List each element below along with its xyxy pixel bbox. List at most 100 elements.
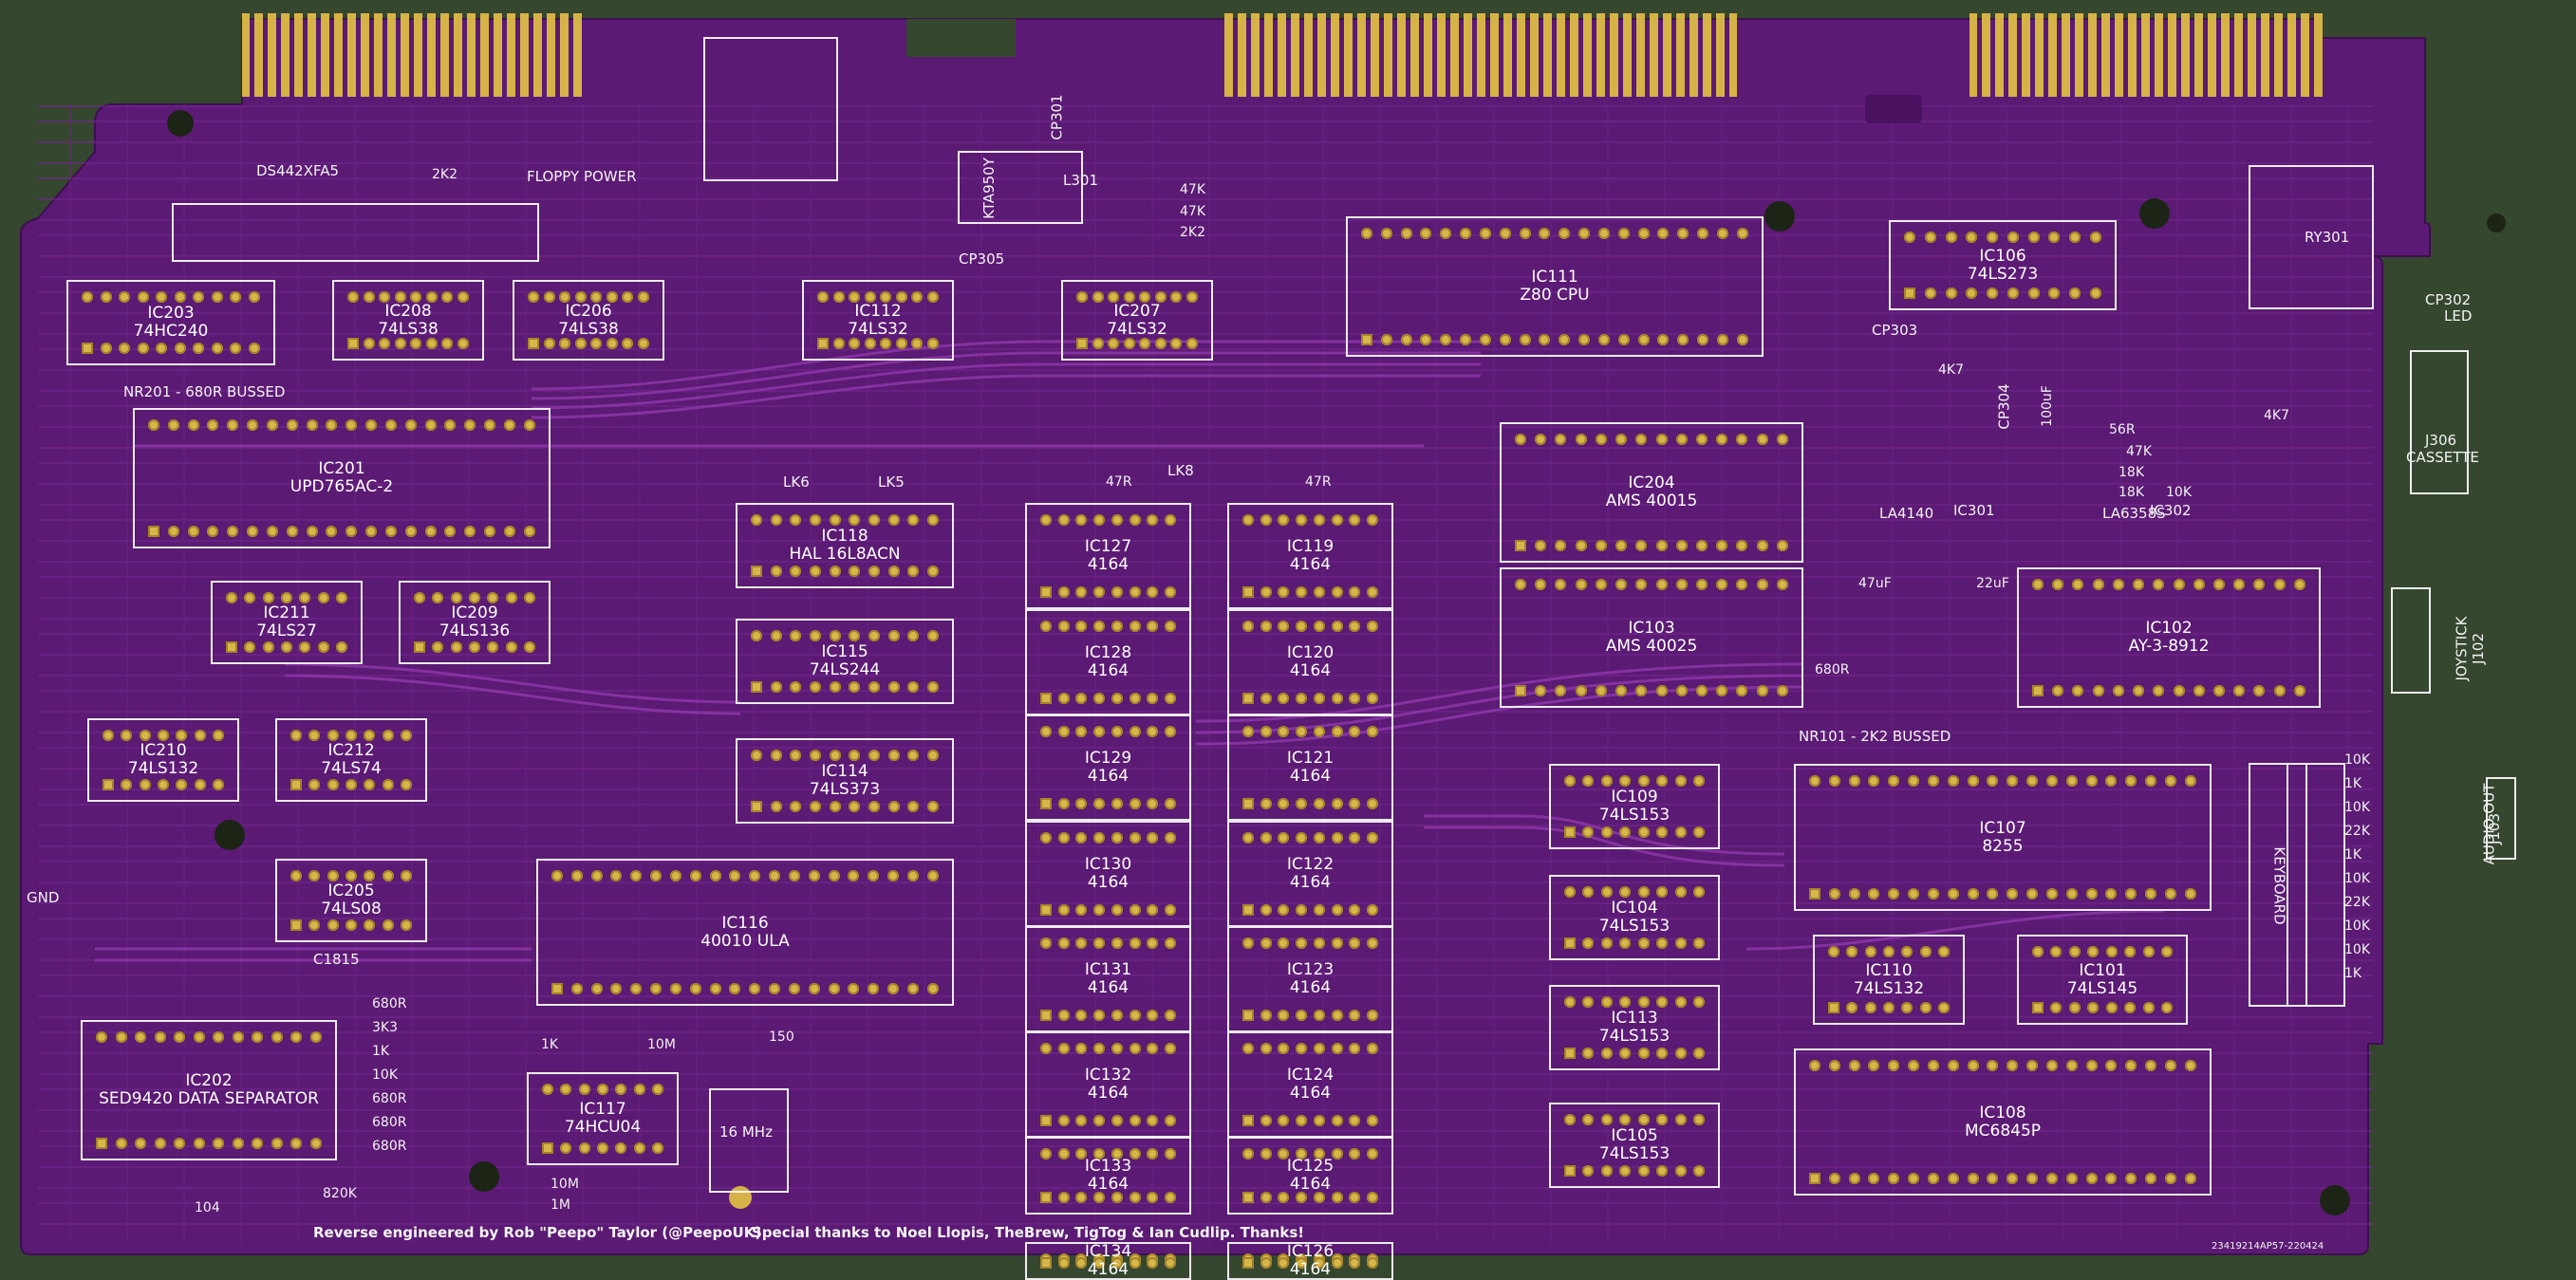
pin-pad [729,983,741,994]
chip-part: SED9420 DATA SEPARATOR [99,1089,319,1108]
resistor-10m-a: 10M [647,1037,676,1052]
pin-pad [2068,946,2081,957]
pin-pad [590,983,603,994]
pin-pad [432,641,444,653]
credit-right: Special thanks to Noel Llopis, TheBrew, … [752,1224,1305,1241]
pin-pad [364,730,376,741]
pin-pad [1296,798,1308,809]
pin-pad [1129,904,1141,916]
pin-pad [2142,946,2155,957]
chip-ic102: IC102 AY-3-8912 [2017,567,2321,708]
pin-pad [1331,726,1343,737]
pin-pad [1582,1048,1595,1059]
pin-pad [1582,996,1595,1008]
pin-pad [139,730,151,741]
pin-pad [1619,996,1632,1008]
pin-pad [849,630,861,641]
pin-pad [432,592,444,603]
pin-row [82,291,260,303]
pin-pad [809,514,821,526]
pin-pad [1657,334,1670,345]
pin-pad [326,526,338,537]
pin-pad [543,291,555,303]
pin-pad [1535,579,1547,590]
pin-pad [1147,904,1159,916]
pin-pad [404,526,417,537]
chip-ic104: IC104 74LS153 [1549,875,1720,960]
pin-pad [226,592,237,603]
pin-pad [174,1138,186,1149]
pin-pad [1057,621,1070,632]
pin-pad [542,1142,553,1154]
pin-pad [1111,937,1123,949]
pin-pad [1040,1115,1052,1126]
pin-pad [1575,434,1587,445]
pin-pad [1331,937,1343,949]
resistor-4k7-b: 4K7 [2264,408,2289,423]
pin-pad [887,514,900,526]
chip-part: 8255 [1982,836,2024,856]
chip-ic111: IC111 Z80 CPU [1346,216,1764,357]
pin-row [1361,228,1748,239]
pin-pad [1535,685,1547,696]
pin-pad [1366,937,1378,949]
pin-pad [1331,693,1343,704]
pin-pad [749,983,761,994]
chip-label: IC208 74LS38 [334,302,482,339]
pin-pad [829,750,841,761]
pin-row [1040,693,1176,704]
pin-pad [1828,888,1840,900]
pin-pad [829,630,841,641]
lk8-label: LK8 [1167,462,1194,479]
pin-pad [2045,1173,2058,1184]
chip-label: IC212 74LS74 [277,742,425,778]
pin-pad [926,514,939,526]
pin-pad [1260,586,1272,598]
kta-label: KTA950Y [980,158,998,219]
resistor-value: 680R [372,1115,407,1130]
pin-pad [2032,1002,2044,1013]
pin-row [1040,1115,1176,1126]
pin-pad [1313,621,1325,632]
pin-pad [2085,888,2098,900]
pin-pad [194,779,206,790]
chip-ic127: IC127 4164 [1025,503,1191,609]
chip-ic116: IC116 40010 ULA [536,859,954,1006]
pin-pad [689,870,701,881]
pin-pad [817,338,829,349]
pin-pad [308,870,321,881]
pin-pad [363,338,375,349]
pin-pad [560,1142,572,1154]
pin-pad [2145,888,2157,900]
pin-pad [2233,685,2246,696]
nr101-label: NR101 - 2K2 BUSSED [1799,728,1951,745]
pin-pad [1674,1048,1687,1059]
pin-pad [1756,685,1768,696]
chip-part: 4164 [1289,555,1332,574]
chip-label: IC110 74LS132 [1815,961,1963,998]
pin-pad [1828,946,1839,957]
pin-row [1904,232,2101,243]
pin-pad [1296,586,1308,598]
pin-pad [907,630,920,641]
pin-pad [1313,586,1325,598]
keyboard-label: KEYBOARD [2270,846,2288,925]
pin-pad [1147,1043,1159,1054]
pin-pad [926,630,939,641]
chip-label: IC106 74LS273 [1891,247,2115,284]
chip-ic129: IC129 4164 [1025,714,1191,821]
pin-pad [1147,514,1159,526]
pin-pad [1564,996,1576,1008]
pin-pad [290,919,302,931]
pin-pad [1129,1010,1141,1021]
chip-ic122: IC122 4164 [1227,821,1393,927]
pin-pad [1349,904,1361,916]
chip-ic105: IC105 74LS153 [1549,1103,1720,1188]
pin-pad [308,779,321,790]
pin-pad [1129,832,1141,844]
pin-pad [829,514,841,526]
pin-pad [1420,334,1432,345]
pin-pad [379,338,391,349]
pin-pad [1600,1114,1613,1125]
pin-pad [1888,1173,1900,1184]
